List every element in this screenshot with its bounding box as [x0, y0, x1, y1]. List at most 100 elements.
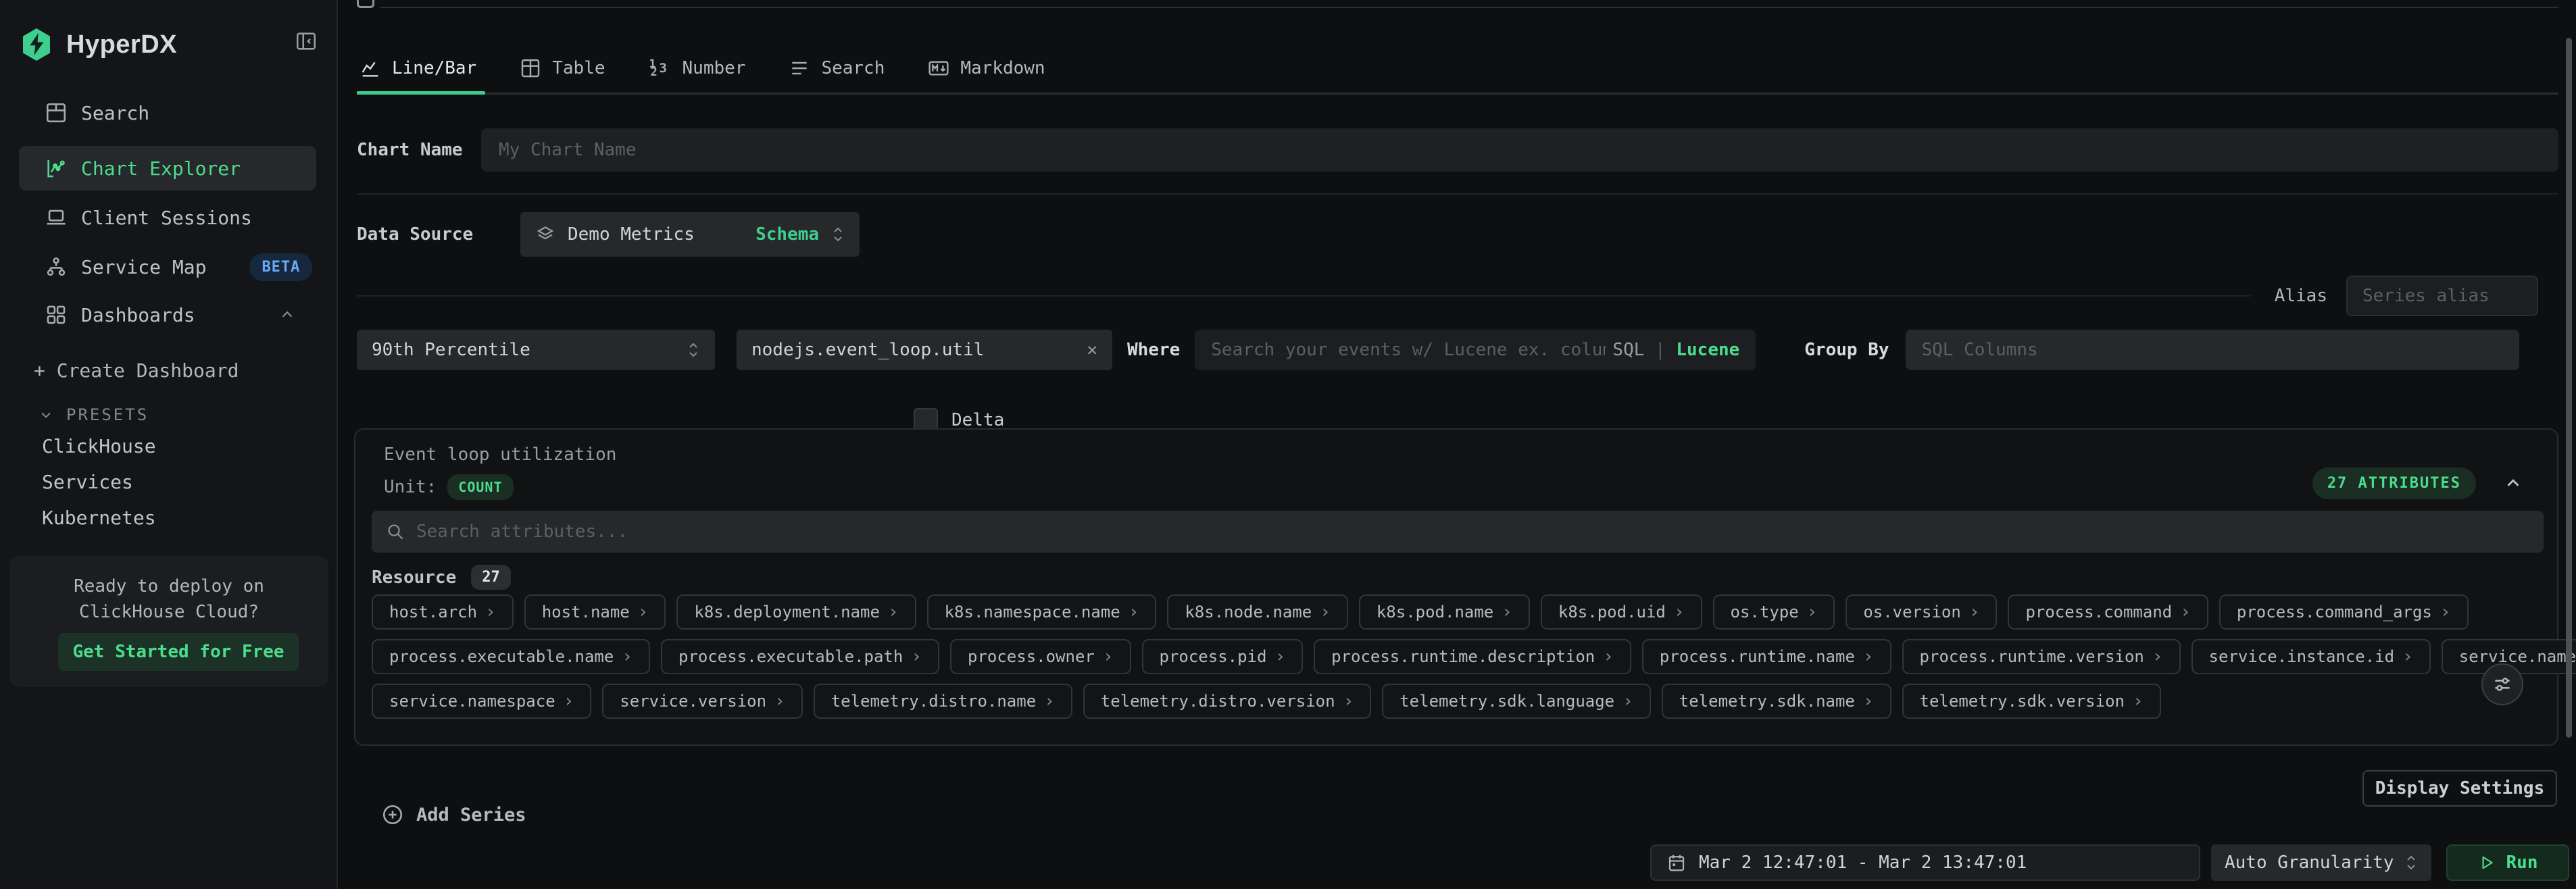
data-source-label: Data Source — [357, 224, 520, 245]
attribute-chip-label: host.arch — [389, 603, 477, 621]
sidebar-item-chart-explorer[interactable]: Chart Explorer — [19, 146, 316, 190]
attribute-chip[interactable]: telemetry.distro.name — [814, 684, 1072, 719]
attribute-chip[interactable]: process.command_args — [2219, 594, 2469, 630]
attribute-chip[interactable]: process.executable.path — [661, 639, 939, 674]
run-button[interactable]: Run — [2446, 844, 2569, 881]
attribute-chip[interactable]: host.arch — [372, 594, 514, 630]
tab-markdown[interactable]: Markdown — [925, 43, 1047, 93]
laptop-icon — [45, 206, 68, 229]
attribute-chip-label: telemetry.sdk.language — [1400, 692, 1614, 711]
lucene-option[interactable]: Lucene — [1676, 340, 1739, 360]
clickhouse-cloud-card: Ready to deploy on ClickHouse Cloud? Get… — [9, 556, 328, 687]
alias-input[interactable] — [2362, 286, 2522, 306]
attribute-chip[interactable]: process.pid — [1142, 639, 1304, 674]
attribute-search-field — [372, 511, 2544, 553]
attribute-chip[interactable]: service.instance.id — [2191, 639, 2431, 674]
chevron-down-icon — [38, 407, 54, 423]
attribute-chip[interactable]: telemetry.sdk.language — [1382, 684, 1651, 719]
floating-action-button[interactable] — [2481, 663, 2523, 705]
attribute-chip-label: process.command — [2025, 603, 2172, 621]
time-range-picker[interactable]: Mar 2 12:47:01 - Mar 2 13:47:01 — [1650, 844, 2200, 881]
granularity-select[interactable]: Auto Granularity — [2211, 844, 2431, 881]
attribute-chip[interactable]: k8s.pod.uid — [1541, 594, 1702, 630]
chevron-up-icon — [278, 306, 296, 324]
attribute-chip[interactable]: os.type — [1713, 594, 1835, 630]
attribute-chip-label: process.pid — [1160, 647, 1267, 666]
sidebar-item-client-sessions[interactable]: Client Sessions — [0, 195, 338, 240]
sidebar-item-search[interactable]: Search — [0, 91, 338, 135]
add-series-button[interactable]: Add Series — [381, 797, 526, 832]
attribute-chip[interactable]: process.executable.name — [372, 639, 650, 674]
app-logo[interactable]: HyperDX — [20, 27, 177, 62]
sidebar-item-service-map[interactable]: Service Map BETA — [0, 245, 338, 289]
data-source-select[interactable]: Demo Metrics Schema — [520, 212, 860, 257]
attribute-chip[interactable]: process.runtime.name — [1642, 639, 1891, 674]
attribute-chip[interactable]: process.runtime.description — [1314, 639, 1631, 674]
attribute-chip[interactable]: service.namespace — [372, 684, 591, 719]
attribute-chip[interactable]: host.name — [524, 594, 666, 630]
aggregation-select[interactable]: 90th Percentile — [357, 330, 715, 370]
attribute-chip-label: process.command_args — [2237, 603, 2432, 621]
aggregation-value: 90th Percentile — [372, 340, 530, 360]
query-language-toggle[interactable]: SQL | Lucene — [1612, 340, 1739, 360]
series-row: 90th Percentile nodejs.event_loop.util ✕… — [357, 330, 2519, 370]
tab-number[interactable]: 123 Number — [646, 43, 749, 93]
sql-option[interactable]: SQL — [1612, 340, 1644, 360]
preset-clickhouse[interactable]: ClickHouse — [42, 428, 156, 463]
schema-link[interactable]: Schema — [756, 224, 819, 245]
scrollbar[interactable] — [2566, 38, 2572, 738]
sidebar-item-dashboards[interactable]: Dashboards — [0, 293, 338, 337]
search-board-icon — [45, 101, 68, 124]
attribute-chip[interactable]: os.version — [1846, 594, 1997, 630]
attribute-chip[interactable]: telemetry.sdk.version — [1902, 684, 2161, 719]
attribute-chip[interactable]: process.owner — [950, 639, 1131, 674]
presets-header[interactable]: PRESETS — [38, 397, 149, 432]
where-search-input[interactable] — [1211, 340, 1606, 360]
tab-table[interactable]: Table — [517, 43, 608, 93]
get-started-button[interactable]: Get Started for Free — [58, 633, 299, 671]
presets-header-label: PRESETS — [66, 405, 149, 424]
collapse-attributes-icon[interactable] — [2503, 473, 2523, 493]
attribute-chip[interactable]: telemetry.sdk.name — [1662, 684, 1891, 719]
attribute-chip[interactable]: k8s.pod.name — [1359, 594, 1530, 630]
sidebar-collapse-button[interactable] — [295, 30, 318, 53]
preset-services[interactable]: Services — [42, 464, 133, 499]
tab-search[interactable]: Search — [786, 43, 887, 93]
attribute-chip-label: service.instance.id — [2209, 647, 2395, 666]
attribute-chip[interactable]: k8s.node.name — [1167, 594, 1348, 630]
where-label: Where — [1127, 340, 1180, 360]
search-icon — [385, 522, 405, 542]
attribute-chip-label: os.version — [1863, 603, 1961, 621]
display-settings-button[interactable]: Display Settings — [2362, 770, 2557, 807]
attribute-chip-label: process.runtime.version — [1920, 647, 2144, 666]
attribute-chip-row: host.arch host.name k8s.deployment.name k8s… — [372, 594, 2576, 630]
attribute-chip-label: service.version — [620, 692, 766, 711]
section-divider — [357, 193, 2558, 195]
number-123-icon: 123 — [649, 57, 672, 79]
attribute-chip-label: k8s.pod.name — [1377, 603, 1493, 621]
attribute-chip-label: process.runtime.name — [1660, 647, 1855, 666]
chart-name-input[interactable] — [499, 140, 2541, 160]
line-chart-icon — [360, 57, 381, 79]
preset-kubernetes[interactable]: Kubernetes — [42, 500, 156, 535]
attribute-search-input[interactable] — [416, 522, 2530, 542]
attribute-chip-row: process.executable.name process.executabl… — [372, 639, 2576, 674]
tab-label: Line/Bar — [392, 58, 476, 78]
attribute-chip[interactable]: telemetry.distro.version — [1083, 684, 1371, 719]
attribute-chip[interactable]: service.version — [602, 684, 802, 719]
group-by-field — [1906, 330, 2519, 370]
attribute-chip[interactable]: process.runtime.version — [1902, 639, 2181, 674]
attribute-chip[interactable]: process.command — [2008, 594, 2208, 630]
group-by-input[interactable] — [1922, 340, 2503, 360]
attribute-chip[interactable]: k8s.namespace.name — [927, 594, 1157, 630]
remove-metric-icon[interactable]: ✕ — [1087, 340, 1097, 360]
create-dashboard-button[interactable]: + Create Dashboard — [34, 348, 239, 392]
circle-plus-icon — [381, 803, 404, 826]
alias-label: Alias — [2275, 286, 2327, 306]
tab-line-bar[interactable]: Line/Bar — [357, 43, 479, 93]
attributes-count-badge: 27 ATTRIBUTES — [2312, 467, 2476, 499]
list-icon — [789, 57, 810, 79]
attribute-chip-label: k8s.deployment.name — [694, 603, 880, 621]
metric-chip[interactable]: nodejs.event_loop.util ✕ — [737, 330, 1112, 370]
attribute-chip[interactable]: k8s.deployment.name — [676, 594, 916, 630]
